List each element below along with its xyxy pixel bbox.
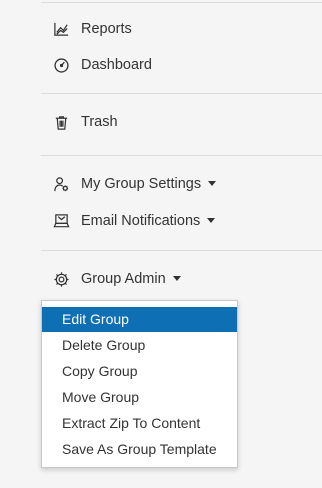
caret-down-icon: [207, 217, 216, 223]
nav-divider: [41, 155, 322, 156]
nav-item-group-admin[interactable]: Group Admin: [41, 264, 322, 294]
nav-item-dashboard[interactable]: Dashboard: [41, 50, 322, 80]
trash-icon: [52, 113, 70, 131]
nav-item-email-notifications[interactable]: Email Notifications: [41, 206, 322, 236]
nav-divider: [41, 250, 322, 251]
nav-label-email-notifications: Email Notifications: [81, 213, 216, 229]
user-gear-icon: [52, 175, 70, 193]
gear-icon: [52, 270, 70, 288]
top-divider: [41, 2, 322, 3]
nav-item-trash[interactable]: Trash: [41, 107, 322, 137]
nav-label-reports: Reports: [81, 21, 132, 37]
caret-down-icon: [172, 275, 181, 281]
nav-divider: [41, 93, 322, 94]
line-chart-icon: [52, 20, 70, 38]
nav-item-reports[interactable]: Reports: [41, 14, 322, 44]
gauge-icon: [52, 56, 70, 74]
nav-label-my-group-settings: My Group Settings: [81, 176, 217, 192]
menu-item-edit-group[interactable]: Edit Group: [42, 307, 237, 332]
menu-item-extract-zip[interactable]: Extract Zip To Content: [42, 411, 237, 436]
nav-label-trash: Trash: [81, 114, 118, 130]
caret-down-icon: [208, 180, 217, 186]
nav-label-dashboard: Dashboard: [81, 57, 152, 73]
menu-item-save-as-template[interactable]: Save As Group Template: [42, 437, 237, 462]
group-admin-dropdown-menu: Edit Group Delete Group Copy Group Move …: [41, 300, 238, 468]
menu-item-copy-group[interactable]: Copy Group: [42, 359, 237, 384]
laptop-mail-icon: [52, 212, 70, 230]
nav-label-group-admin: Group Admin: [81, 271, 181, 287]
nav-item-my-group-settings[interactable]: My Group Settings: [41, 169, 322, 199]
menu-item-delete-group[interactable]: Delete Group: [42, 333, 237, 358]
menu-item-move-group[interactable]: Move Group: [42, 385, 237, 410]
